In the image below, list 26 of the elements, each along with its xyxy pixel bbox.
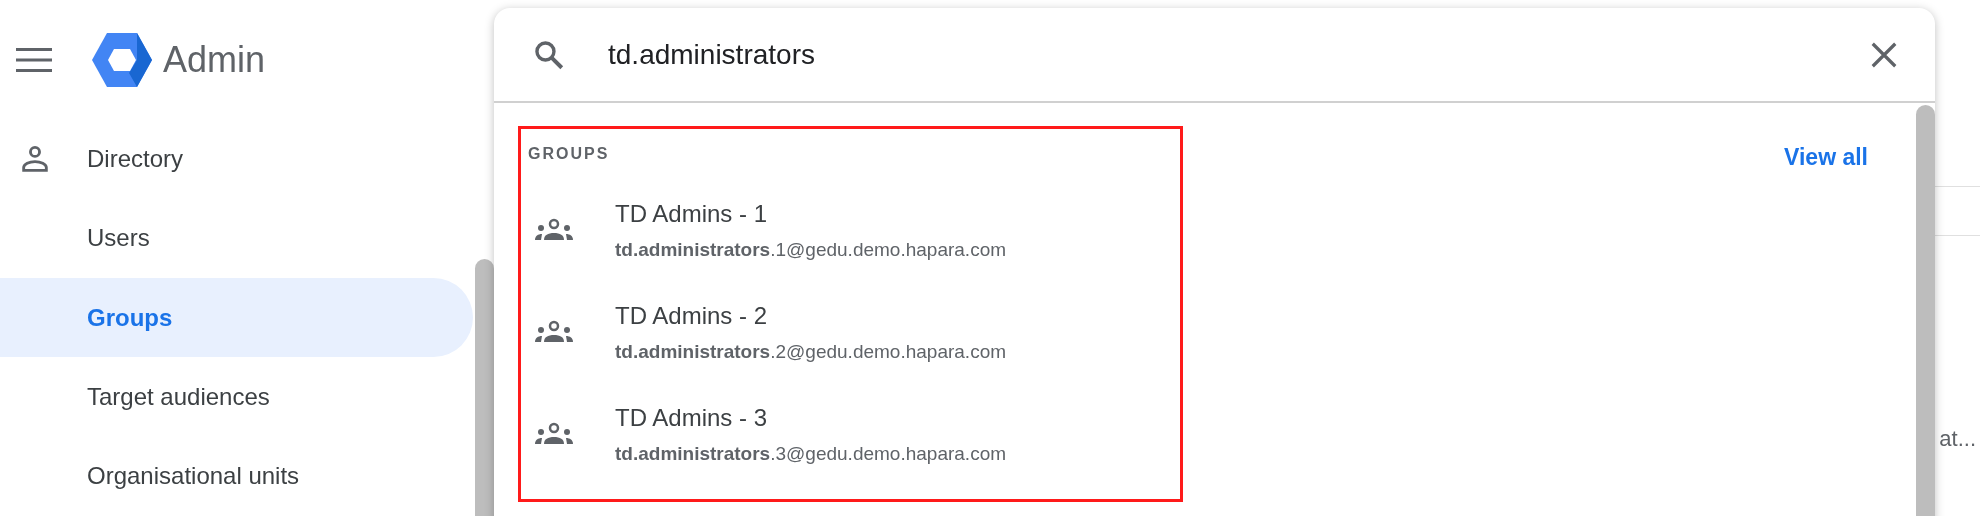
group-email: td.administrators.1@gedu.demo.hapara.com xyxy=(615,237,1007,262)
table-cell-text: at... xyxy=(1939,425,1976,450)
scrollbar[interactable] xyxy=(475,259,494,516)
result-item[interactable]: TD Admins - 3 td.administrators.3@gedu.demo.hapara.com xyxy=(521,383,1180,485)
app-title: Admin xyxy=(163,37,266,82)
sidebar-item[interactable]: Organisational units xyxy=(0,436,473,516)
sidebar-item[interactable]: Directory xyxy=(0,119,473,199)
group-name: TD Admins - 1 xyxy=(615,198,769,229)
sidebar-item[interactable]: Users xyxy=(0,198,473,278)
scrollbar[interactable] xyxy=(1916,105,1935,516)
sidebar-item[interactable]: Target audiences xyxy=(0,357,473,437)
result-item[interactable]: TD Admins - 2 td.administrators.2@gedu.demo.hapara.com xyxy=(521,281,1180,383)
group-email: td.administrators.2@gedu.demo.hapara.com xyxy=(615,339,1007,364)
group-name: TD Admins - 3 xyxy=(615,402,769,433)
group-icon xyxy=(535,320,573,344)
group-name: TD Admins - 2 xyxy=(615,300,769,331)
section-heading: GROUPS xyxy=(528,144,610,164)
result-item[interactable]: TD Admins - 1 td.administrators.1@gedu.demo.hapara.com xyxy=(521,179,1180,281)
hexagon-logo-icon xyxy=(92,32,152,87)
group-icon xyxy=(535,422,573,446)
view-all-link[interactable]: View all xyxy=(1784,140,1868,170)
group-email: td.administrators.3@gedu.demo.hapara.com xyxy=(615,441,1007,466)
group-icon xyxy=(535,218,573,242)
sidebar-item[interactable]: Groups xyxy=(0,277,473,358)
menu-icon[interactable] xyxy=(16,47,52,72)
search-field[interactable]: td.administrators xyxy=(494,8,1935,103)
